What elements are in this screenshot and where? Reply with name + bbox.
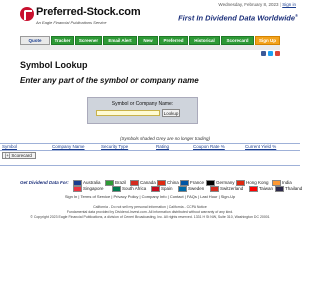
share-plus-icon[interactable]: [275, 51, 280, 56]
logo-text: Preferred-Stock.com: [36, 6, 141, 18]
slogan: First In Dividend Data Worldwide®: [178, 13, 298, 23]
country-south-africa[interactable]: South Africa: [112, 186, 146, 192]
copyright: © Copyright 2023 Eagle Financial Publica…: [30, 215, 270, 219]
scorecard-row: [+] Scorecard: [0, 151, 300, 160]
grey-shading-note: (Symbols shaded Grey are no longer tradi…: [120, 136, 211, 141]
col-current-yield[interactable]: Current Yield %: [245, 144, 276, 149]
country-lead: Get Dividend Data For:: [20, 180, 69, 185]
lookup-button[interactable]: Lookup: [162, 109, 180, 117]
tab-new[interactable]: New: [138, 36, 158, 45]
scorecard-toggle-button[interactable]: [+] Scorecard: [2, 152, 36, 159]
tab-tracker[interactable]: Tracker: [51, 36, 74, 45]
page-subtitle: Enter any part of the symbol or company …: [20, 76, 199, 85]
symbol-input[interactable]: [96, 110, 160, 116]
main-nav: Quote Tracker Screener Email Alert New P…: [20, 36, 280, 45]
logo-tagline: An Eagle Financial Publications Service: [36, 20, 107, 25]
col-company-name[interactable]: Company Name: [52, 144, 85, 149]
col-security-type[interactable]: Security Type: [101, 144, 128, 149]
signin-link[interactable]: Sign in: [282, 2, 296, 7]
divider: [0, 165, 300, 166]
footer-links[interactable]: Sign In | Terms of Service | Privacy Pol…: [0, 194, 300, 199]
logo-mark-icon: [20, 7, 34, 21]
lookup-box: Symbol or Company Name: Lookup: [87, 97, 198, 124]
flag-icon: [73, 186, 82, 192]
current-date: Wednesday, February 8, 2023: [218, 2, 279, 7]
page-title: Symbol Lookup: [20, 60, 88, 70]
country-singapore[interactable]: Singapore: [73, 186, 104, 192]
flag-icon: [249, 186, 258, 192]
flag-icon: [210, 186, 219, 192]
top-line: Wednesday, February 8, 2023 | Sign in: [218, 2, 296, 7]
tab-sign-up[interactable]: Sign Up: [255, 36, 280, 45]
country-sweden[interactable]: Sweden: [178, 186, 204, 192]
col-symbol[interactable]: Symbol: [2, 144, 17, 149]
sub-nav-bar: [20, 45, 280, 50]
site-logo[interactable]: Preferred-Stock.com An Eagle Financial P…: [20, 6, 150, 30]
tab-historical[interactable]: Historical: [189, 36, 220, 45]
tab-scorecard[interactable]: Scorecard: [221, 36, 254, 45]
col-rating[interactable]: Rating: [156, 144, 169, 149]
col-coupon-rate[interactable]: Coupon Rate %: [193, 144, 225, 149]
tab-screener[interactable]: Screener: [75, 36, 102, 45]
results-table-header: Symbol Company Name Security Type Rating…: [0, 143, 300, 151]
flag-icon: [275, 186, 284, 192]
tab-preferred[interactable]: Preferred: [159, 36, 188, 45]
facebook-icon[interactable]: [261, 51, 266, 56]
twitter-icon[interactable]: [268, 51, 273, 56]
lookup-label: Symbol or Company Name:: [111, 101, 174, 107]
header: Wednesday, February 8, 2023 | Sign in Pr…: [0, 0, 300, 36]
tab-quote[interactable]: Quote: [20, 36, 50, 45]
share-bar: [20, 51, 280, 58]
country-switzerland[interactable]: Switzerland: [210, 186, 243, 192]
share-icons: [261, 51, 280, 56]
country-spain[interactable]: Spain: [151, 186, 173, 192]
flag-icon: [151, 186, 160, 192]
tab-email-alert[interactable]: Email Alert: [103, 36, 137, 45]
flag-icon: [112, 186, 121, 192]
country-taiwan[interactable]: Taiwan: [249, 186, 273, 192]
country-thailand[interactable]: Thailand: [275, 186, 302, 192]
flag-icon: [178, 186, 187, 192]
legal-text: California - Do not sell my personal inf…: [0, 205, 300, 220]
